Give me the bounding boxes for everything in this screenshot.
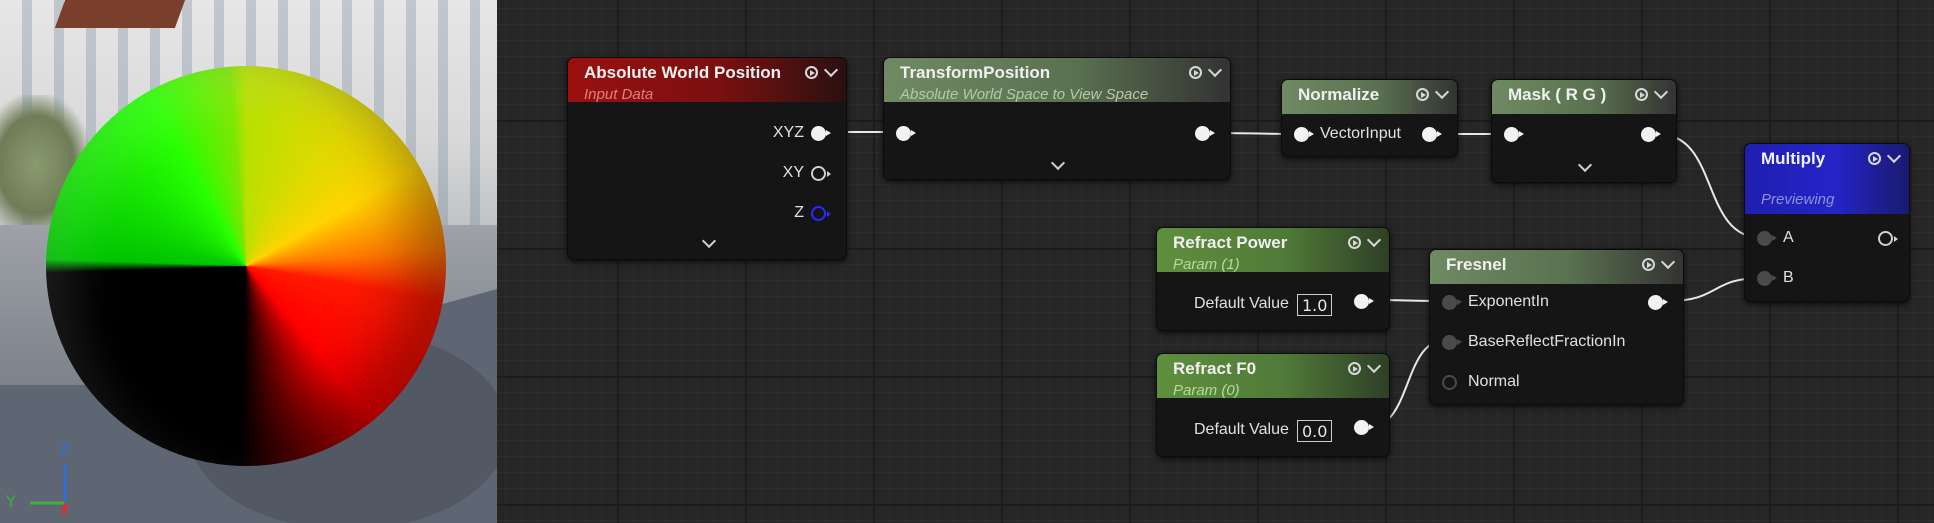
node-mask[interactable]: Mask ( R G ) (1491, 79, 1677, 183)
input-pin-vectorinput[interactable] (1294, 127, 1314, 142)
pin-label-exponentin: ExponentIn (1468, 293, 1549, 310)
input-pin-b[interactable] (1757, 271, 1777, 286)
node-header[interactable]: Normalize (1282, 80, 1457, 114)
node-header[interactable]: TransformPosition Absolute World Space t… (884, 58, 1230, 103)
expand-chevron-icon[interactable] (1577, 157, 1593, 173)
default-value-label: Default Value (1194, 421, 1289, 438)
output-pin[interactable] (1648, 295, 1668, 310)
expand-chevron-icon[interactable] (701, 233, 717, 249)
play-circle-icon[interactable] (1416, 88, 1429, 101)
x-axis-label: X (59, 504, 69, 520)
node-subtitle: Previewing (1761, 191, 1835, 208)
expand-chevron-icon[interactable] (1050, 155, 1066, 171)
chevron-down-icon[interactable] (1653, 84, 1669, 100)
play-circle-icon[interactable] (1189, 66, 1202, 79)
node-title: Refract F0 (1173, 359, 1257, 378)
node-header[interactable]: Refract Power Param (1) (1157, 228, 1389, 273)
node-header[interactable]: Absolute World Position Input Data (568, 58, 846, 103)
play-circle-icon[interactable] (1642, 258, 1655, 271)
pin-label-normal: Normal (1468, 373, 1520, 390)
input-pin-a[interactable] (1757, 231, 1777, 246)
pin-label-xy: XY (782, 164, 804, 181)
y-axis-label: Y (6, 492, 16, 511)
output-pin[interactable] (1195, 126, 1215, 141)
background-roof (54, 0, 186, 28)
node-header[interactable]: Mask ( R G ) (1492, 80, 1676, 114)
node-refract-f0[interactable]: Refract F0 Param (0) Default Value 0.0 (1156, 353, 1390, 457)
input-pin-exponentin[interactable] (1442, 295, 1462, 310)
node-header[interactable]: Fresnel (1430, 250, 1683, 284)
chevron-down-icon[interactable] (1660, 254, 1676, 270)
node-title: Refract Power (1173, 233, 1288, 252)
output-pin-z[interactable] (811, 206, 831, 221)
node-multiply[interactable]: Multiply Previewing A B (1744, 143, 1910, 302)
input-pin[interactable] (896, 126, 916, 141)
play-circle-icon[interactable] (1348, 362, 1361, 375)
chevron-down-icon[interactable] (1366, 232, 1382, 248)
chevron-down-icon[interactable] (1366, 358, 1382, 374)
node-transform-position[interactable]: TransformPosition Absolute World Space t… (883, 57, 1231, 180)
play-circle-icon[interactable] (805, 66, 818, 79)
output-pin[interactable] (1878, 231, 1898, 246)
pin-label-basereflectfractionin: BaseReflectFractionIn (1468, 333, 1626, 350)
play-circle-icon[interactable] (1635, 88, 1648, 101)
default-value-input[interactable]: 0.0 (1297, 420, 1333, 442)
node-subtitle: Param (1) (1173, 256, 1240, 273)
play-circle-icon[interactable] (1348, 236, 1361, 249)
node-title: Absolute World Position (584, 63, 782, 82)
pin-label-xyz: XYZ (772, 124, 804, 141)
node-fresnel[interactable]: Fresnel ExponentIn BaseReflectFractionIn… (1429, 249, 1684, 405)
node-normalize[interactable]: Normalize VectorInput (1281, 79, 1458, 157)
input-pin-normal[interactable] (1442, 375, 1457, 390)
node-subtitle: Param (0) (1173, 382, 1240, 399)
pin-label-z: Z (794, 204, 804, 221)
node-refract-power[interactable]: Refract Power Param (1) Default Value 1.… (1156, 227, 1390, 331)
axis-gizmo: Z Y X (0, 440, 80, 523)
pin-label-vectorinput: VectorInput (1320, 125, 1401, 142)
preview-sphere (46, 66, 446, 466)
input-pin-basereflectfractionin[interactable] (1442, 335, 1462, 350)
input-pin[interactable] (1504, 127, 1524, 142)
z-axis-label: Z (59, 440, 70, 459)
material-preview-viewport[interactable]: Z Y X (0, 0, 497, 523)
output-pin-xy[interactable] (811, 166, 831, 181)
play-circle-icon[interactable] (1868, 152, 1881, 165)
default-value-input[interactable]: 1.0 (1297, 294, 1333, 316)
chevron-down-icon[interactable] (823, 62, 839, 78)
node-title: TransformPosition (900, 63, 1051, 82)
chevron-down-icon[interactable] (1434, 84, 1450, 100)
output-pin[interactable] (1354, 294, 1374, 309)
pin-label-b: B (1783, 269, 1794, 286)
output-pin[interactable] (1354, 420, 1374, 435)
chevron-down-icon[interactable] (1207, 62, 1223, 78)
node-header[interactable]: Refract F0 Param (0) (1157, 354, 1389, 399)
node-subtitle: Input Data (584, 86, 654, 103)
chevron-down-icon[interactable] (1886, 148, 1902, 164)
output-pin[interactable] (1641, 127, 1661, 142)
node-subtitle: Absolute World Space to View Space (900, 86, 1149, 103)
output-pin[interactable] (1422, 127, 1442, 142)
node-header[interactable]: Multiply Previewing (1745, 144, 1909, 214)
node-absolute-world-position[interactable]: Absolute World Position Input Data XYZ X… (567, 57, 847, 260)
output-pin-xyz[interactable] (811, 126, 831, 141)
default-value-label: Default Value (1194, 295, 1289, 312)
pin-label-a: A (1783, 229, 1794, 246)
node-title: Fresnel (1446, 255, 1507, 274)
